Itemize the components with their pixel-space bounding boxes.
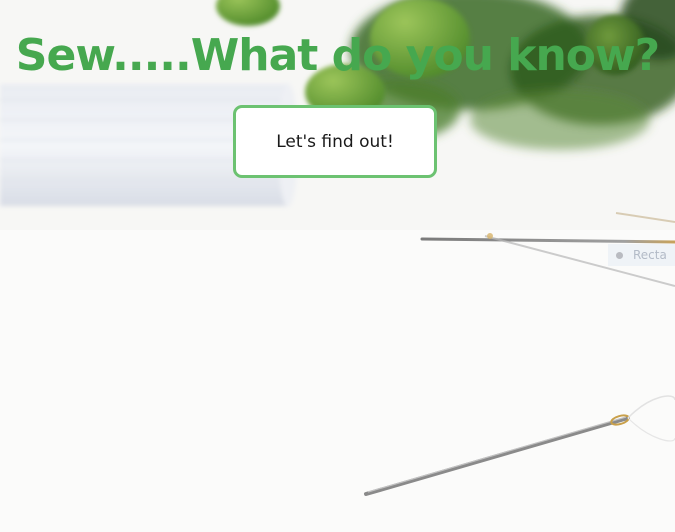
table-surface xyxy=(0,230,675,532)
find-out-button[interactable]: Let's find out! xyxy=(233,105,437,178)
landing-page: Sew.....What do you know? Let's find out… xyxy=(0,0,675,532)
page-title: Sew.....What do you know? xyxy=(15,30,660,81)
faint-overlay-label: Recta xyxy=(608,244,675,266)
faint-overlay-text: Recta xyxy=(633,248,667,262)
bullet-icon xyxy=(616,251,623,259)
